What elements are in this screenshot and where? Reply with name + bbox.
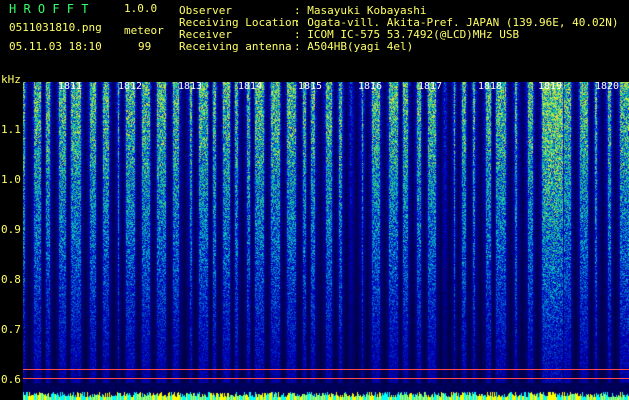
receiver-value: : ICOM IC-575 53.7492(@LCD)MHz USB (294, 28, 520, 41)
hroff-display: H R O F F T 1.0.0 0511031810.png meteor … (0, 0, 629, 400)
date-time: 05.11.03 18:10 (9, 40, 102, 53)
time-tick-label: 1811 (58, 81, 83, 92)
app-version: 1.0.0 (124, 2, 158, 15)
spectrogram-canvas (23, 82, 629, 400)
location-label: Receiving Location (179, 16, 299, 29)
time-tick-label: 1818 (478, 81, 503, 92)
time-tick-label: 1814 (238, 81, 263, 92)
time-tick-label: 1812 (118, 81, 143, 92)
observer-label: Observer (179, 4, 232, 17)
time-tick-label: 1817 (418, 81, 443, 92)
time-tick-label: 1820 (595, 81, 620, 92)
app-logo: H R O F F T (9, 2, 89, 16)
y-tick-label: 0.6 (1, 373, 21, 386)
reference-line (23, 369, 629, 370)
file-name: 0511031810.png (9, 21, 102, 34)
location-value: : Ogata-vill. Akita-Pref. JAPAN (139.96E… (294, 16, 619, 29)
receiver-label: Receiver (179, 28, 232, 41)
y-tick-label: 0.9 (1, 223, 21, 236)
y-tick-label: 0.8 (1, 273, 21, 286)
spectrogram (23, 82, 629, 400)
y-tick-label: 1.1 (1, 123, 21, 136)
meteor-count: 99 (138, 40, 152, 53)
time-tick-label: 1816 (358, 81, 383, 92)
time-tick-label: 1819 (538, 81, 563, 92)
y-axis-unit: kHz (1, 73, 21, 86)
y-tick-label: 0.7 (1, 323, 21, 336)
observer-value: : Masayuki Kobayashi (294, 4, 427, 17)
antenna-value: : A504HB(yagi 4el) (294, 40, 414, 53)
y-tick-label: 1.0 (1, 173, 21, 186)
antenna-label: Receiving antenna (179, 40, 292, 53)
reference-line (23, 378, 629, 379)
time-tick-label: 1813 (178, 81, 203, 92)
time-tick-label: 1815 (298, 81, 323, 92)
meteor-label: meteor (124, 24, 164, 37)
